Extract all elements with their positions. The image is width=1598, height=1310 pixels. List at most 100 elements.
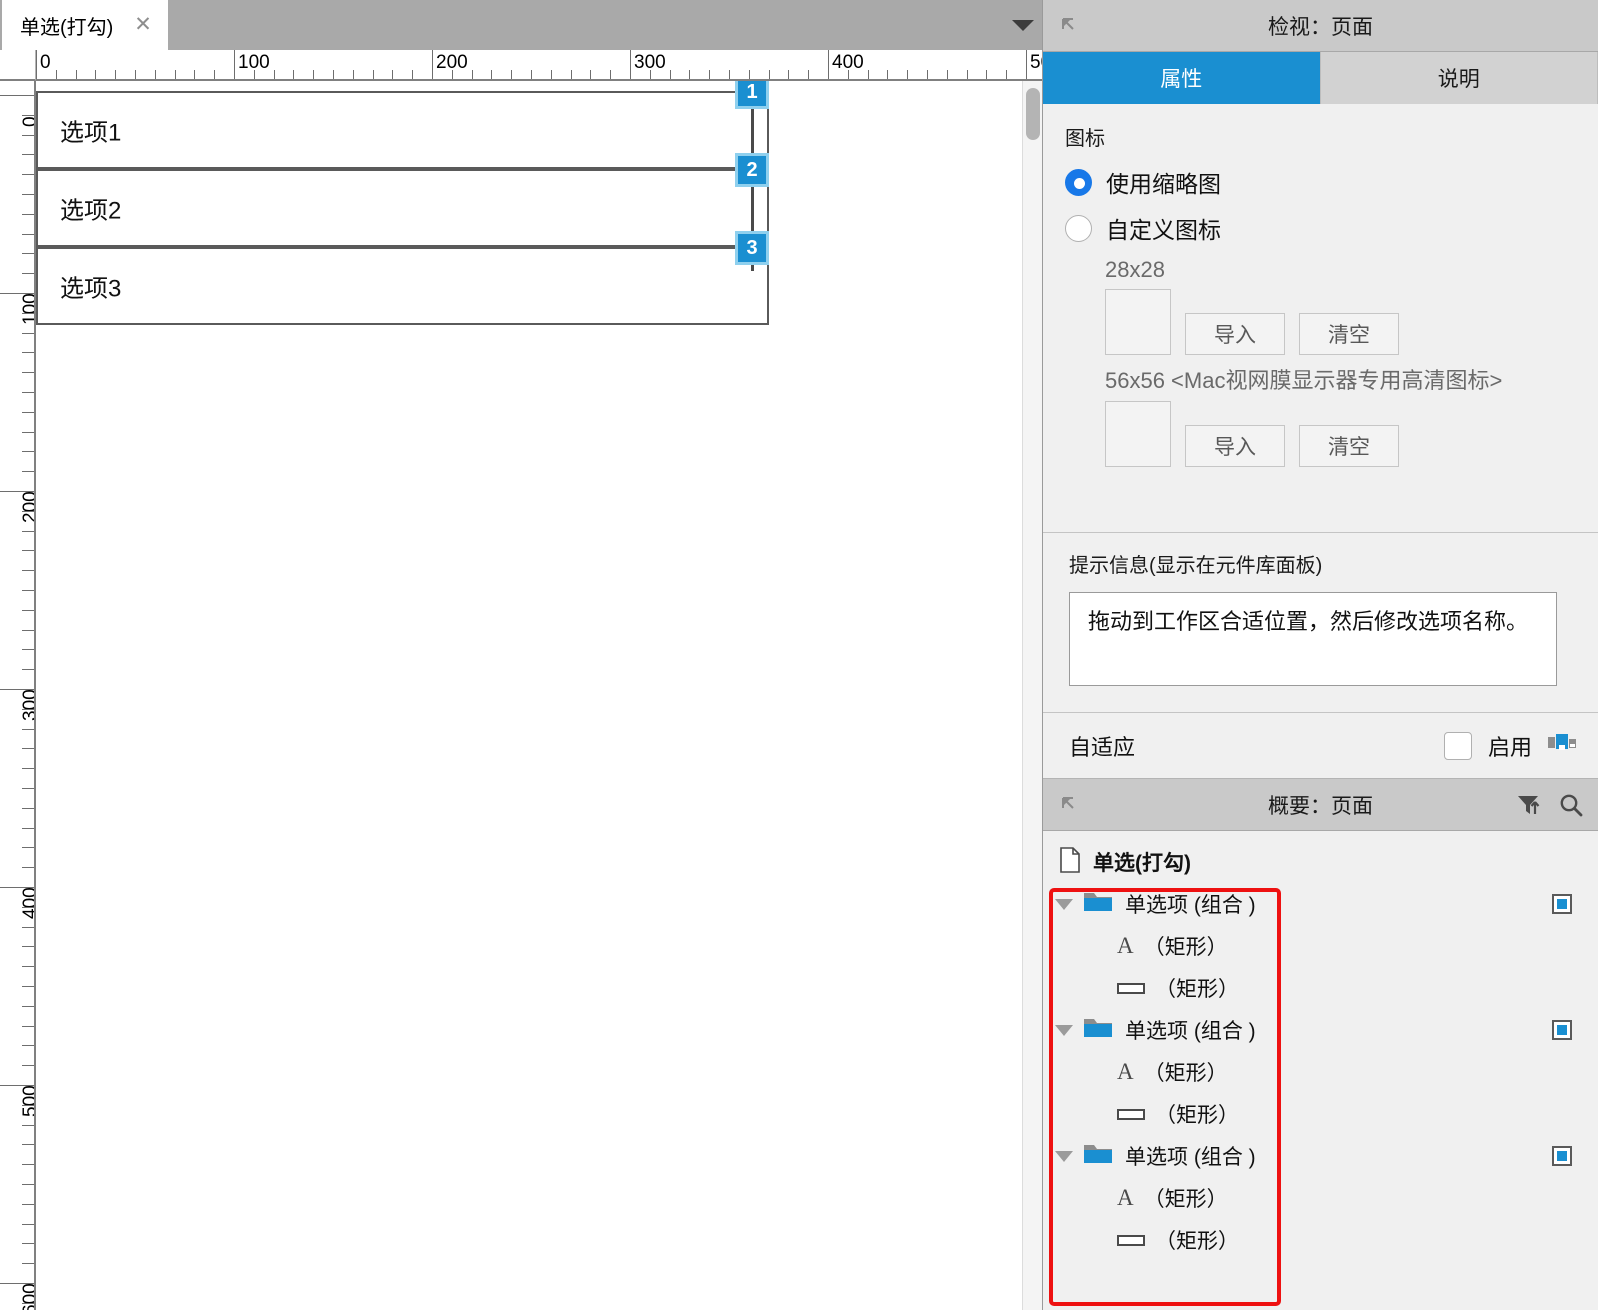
ruler-tick: [22, 194, 34, 195]
scrollbar-thumb[interactable]: [1026, 88, 1040, 140]
ruler-tick: [22, 510, 34, 512]
icon-size-label-28: 28x28: [1105, 257, 1165, 282]
radio-option-group[interactable]: 选项1 选项2 选项3 1 2 3: [36, 81, 769, 325]
tree-row-child-1-2[interactable]: （矩形）: [1043, 967, 1598, 1009]
ruler-tick: [511, 70, 513, 79]
ruler-tick: [22, 827, 34, 829]
ruler-tick: [729, 70, 730, 79]
tree-row-page[interactable]: 单选(打勾): [1043, 841, 1598, 883]
clear-button-28-label: 清空: [1328, 324, 1370, 347]
ruler-tick: [471, 70, 473, 79]
tree-row-group-1[interactable]: 单选项 (组合 ): [1043, 883, 1598, 925]
tab-properties[interactable]: 属性: [1043, 52, 1321, 104]
ruler-label: 600: [20, 1283, 36, 1310]
canvas-surface[interactable]: 选项1 选项2 选项3 1 2 3: [36, 81, 1022, 1310]
canvas-option-3[interactable]: 选项3: [36, 247, 769, 325]
ruler-tick: [253, 70, 255, 79]
ruler-tick: [372, 70, 374, 79]
icon-slot-56: 导入 清空: [1105, 401, 1598, 467]
ruler-tick: [22, 867, 34, 869]
disclosure-triangle-icon[interactable]: [1055, 898, 1073, 910]
ruler-tick: [432, 50, 433, 79]
ruler-label: 400: [20, 887, 36, 919]
ruler-tick: [22, 1243, 34, 1245]
ruler-tick: [22, 768, 34, 770]
ruler-tick: [22, 847, 34, 849]
tree-row-child-3-1[interactable]: A （矩形）: [1043, 1177, 1598, 1219]
ruler-tick: [22, 629, 34, 631]
tree-row-child-2-1[interactable]: A （矩形）: [1043, 1051, 1598, 1093]
outline-collapse-icon[interactable]: [1059, 794, 1079, 814]
ruler-tick: [194, 70, 196, 79]
ruler-tick: [22, 788, 34, 789]
tree-row-visibility-square[interactable]: [1552, 1020, 1572, 1040]
outline-title: 概要：页面: [1268, 794, 1373, 818]
close-icon[interactable]: ✕: [132, 14, 154, 36]
import-button-28[interactable]: 导入: [1185, 313, 1285, 355]
canvas-badge-1[interactable]: 1: [735, 81, 769, 109]
search-icon[interactable]: [1558, 792, 1584, 823]
clear-button-28[interactable]: 清空: [1299, 313, 1399, 355]
tree-child-label: （矩形）: [1143, 1062, 1228, 1085]
tab-page-danxuan[interactable]: 单选(打勾) ✕: [2, 0, 168, 50]
canvas-option-label: 选项1: [60, 119, 122, 147]
ruler-tick: [22, 550, 34, 552]
tree-child-label: （矩形）: [1155, 1104, 1239, 1127]
tree-row-group-3[interactable]: 单选项 (组合 ): [1043, 1135, 1598, 1177]
ruler-tick: [22, 906, 34, 908]
ruler-tick: [154, 70, 156, 79]
ruler-tick: [709, 70, 711, 79]
tree-row-child-3-2[interactable]: （矩形）: [1043, 1219, 1598, 1261]
canvas-option-label: 选项3: [60, 275, 122, 303]
ruler-tick: [22, 451, 34, 453]
radio-use-thumbnail-dot[interactable]: [1065, 168, 1092, 196]
radio-use-thumbnail[interactable]: 使用缩略图: [1065, 165, 1598, 199]
icon-preview-28[interactable]: [1105, 289, 1171, 355]
tree-row-child-1-1[interactable]: A （矩形）: [1043, 925, 1598, 967]
hint-section: 提示信息(显示在元件库面板): [1043, 533, 1598, 713]
canvas-vertical-scrollbar[interactable]: [1022, 81, 1042, 1310]
outline-header: 概要：页面: [1043, 779, 1598, 831]
hint-textarea[interactable]: [1069, 592, 1557, 686]
ruler-tick: [22, 708, 34, 710]
tree-row-group-2[interactable]: 单选项 (组合 ): [1043, 1009, 1598, 1051]
canvas-badge-3[interactable]: 3: [735, 231, 769, 265]
tree-row-visibility-square[interactable]: [1552, 894, 1572, 914]
disclosure-triangle-icon[interactable]: [1055, 1024, 1073, 1036]
disclosure-triangle-icon[interactable]: [1055, 1150, 1073, 1162]
ruler-tick: [451, 70, 453, 79]
adaptive-label: 自适应: [1069, 734, 1136, 760]
ruler-tick: [946, 70, 948, 79]
radio-custom-icon-dot[interactable]: [1065, 214, 1092, 242]
tab-description[interactable]: 说明: [1320, 52, 1598, 104]
import-button-56[interactable]: 导入: [1185, 425, 1285, 467]
ruler-label: 200: [20, 491, 36, 523]
adaptive-view-icon[interactable]: [1548, 733, 1576, 758]
tree-row-child-2-2[interactable]: （矩形）: [1043, 1093, 1598, 1135]
radio-custom-icon-label: 自定义图标: [1106, 217, 1221, 243]
icon-preview-56[interactable]: [1105, 401, 1171, 467]
ruler-tick: [1026, 50, 1027, 79]
vertical-ruler[interactable]: 0 100 200 300 400 500 600: [0, 81, 36, 1310]
ruler-tick: [22, 1263, 34, 1265]
outline-tree[interactable]: 单选(打勾) 单选项 (组合 ) A （矩形） （矩形） 单选项 (组合 ) A （矩形） （…: [1043, 831, 1598, 1308]
ruler-tick: [22, 986, 34, 987]
collapse-icon[interactable]: [1059, 15, 1079, 35]
right-panel: 检视：页面 属性 说明 图标 使用缩略图 自定义图标 28x28 导入 清空 5…: [1042, 0, 1598, 1310]
ruler-tick: [214, 70, 216, 79]
tree-group-label: 单选项 (组合 ): [1125, 894, 1256, 917]
ruler-tick: [22, 114, 34, 116]
chevron-down-icon[interactable]: [1012, 20, 1034, 31]
clear-button-56[interactable]: 清空: [1299, 425, 1399, 467]
ruler-tick: [412, 70, 414, 79]
canvas-option-2[interactable]: 选项2: [36, 169, 769, 247]
horizontal-ruler[interactable]: 0100200300400500: [0, 50, 1042, 81]
canvas-option-1[interactable]: 选项1: [36, 91, 769, 169]
tree-row-visibility-square[interactable]: [1552, 1146, 1572, 1166]
radio-custom-icon[interactable]: 自定义图标: [1065, 211, 1598, 245]
canvas-badge-2[interactable]: 2: [735, 153, 769, 187]
ruler-tick: [22, 1203, 34, 1205]
filter-sort-icon[interactable]: [1516, 792, 1542, 823]
ruler-tick: [22, 372, 34, 374]
adaptive-enable-checkbox[interactable]: [1443, 731, 1472, 760]
